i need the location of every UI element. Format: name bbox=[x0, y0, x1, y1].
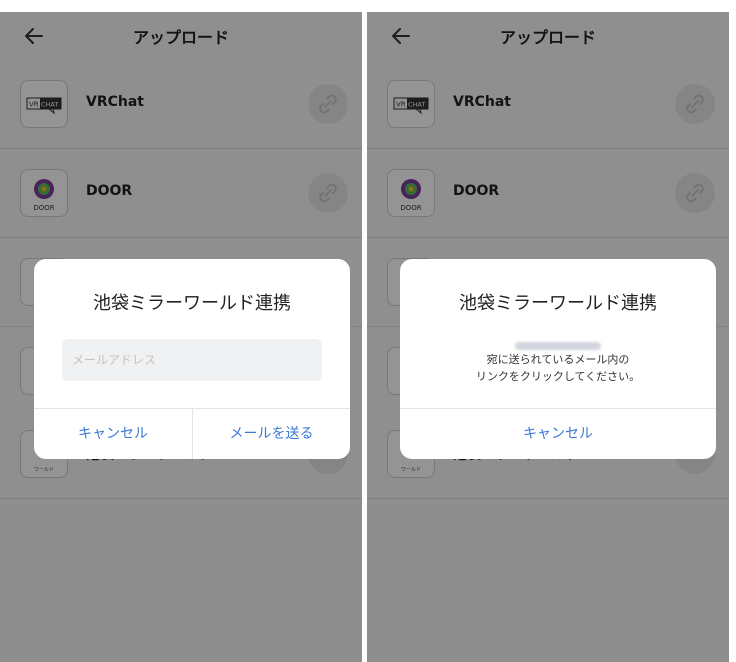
dialog-title: 池袋ミラーワールド連携 bbox=[459, 293, 657, 314]
dialog-title: 池袋ミラーワールド連携 bbox=[93, 293, 291, 314]
message-line: リンクをクリックしてください。 bbox=[475, 370, 641, 383]
phone-screen-right: アップロード VR CHAT VRChat DOOR DOOR ワールド 池袋ミ… bbox=[367, 12, 729, 662]
stage: アップロード VR CHAT VRChat DOOR DOOR ワールド 池袋ミ… bbox=[0, 0, 736, 662]
cancel-button[interactable]: キャンセル bbox=[34, 409, 192, 459]
message-line: 宛に送られているメール内の bbox=[486, 353, 630, 366]
cancel-button[interactable]: キャンセル bbox=[400, 409, 716, 459]
phone-screen-left: アップロード VR CHAT VRChat DOOR DOOR ワールド 池袋ミ… bbox=[0, 12, 362, 662]
send-mail-button[interactable]: メールを送る bbox=[193, 409, 350, 459]
confirmation-dialog: 池袋ミラーワールド連携 宛に送られているメール内の リンクをクリックしてください… bbox=[400, 259, 716, 459]
link-dialog: 池袋ミラーワールド連携 キャンセル メールを送る bbox=[34, 259, 350, 459]
dialog-message: 宛に送られているメール内の リンクをクリックしてください。 bbox=[400, 351, 716, 385]
email-input[interactable] bbox=[62, 339, 322, 381]
